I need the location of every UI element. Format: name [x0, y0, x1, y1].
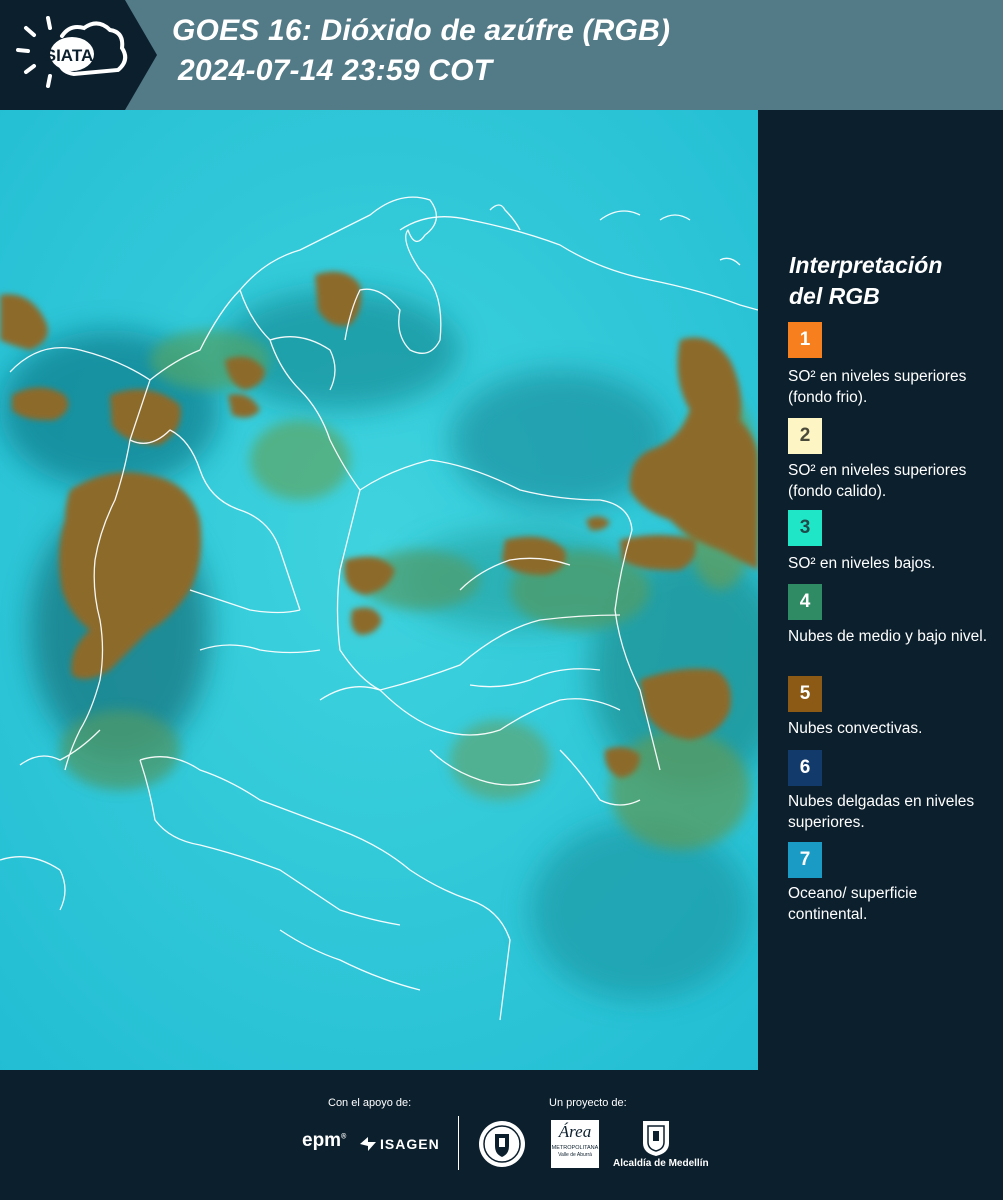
legend-label-4: Nubes de medio y bajo nivel. — [788, 628, 988, 645]
legend-label-7: Oceano/ superficie continental. — [788, 885, 918, 923]
epm-logo: epm® — [302, 1130, 347, 1151]
legend-swatch-6: 6 — [788, 750, 822, 786]
legend-label-5: Nubes convectivas. — [788, 720, 923, 737]
page-title: GOES 16: Dióxido de azúfre (RGB) — [172, 14, 671, 47]
legend-swatch-3: 3 — [788, 510, 822, 546]
legend-label-2: SO² en niveles superiores (fondo calido)… — [788, 462, 967, 500]
isagen-mark-icon — [360, 1137, 376, 1151]
medellin-seal-icon — [479, 1121, 525, 1167]
legend-swatch-7: 7 — [788, 842, 822, 878]
isagen-logo: ISAGEN — [358, 1132, 440, 1156]
isagen-logo-text: ISAGEN — [380, 1136, 440, 1152]
area-logo-sub2: Valle de Aburrá — [558, 1152, 592, 1158]
area-metropolitana-logo: Área METROPOLITANA Valle de Aburrá — [551, 1120, 599, 1168]
legend-swatch-1: 1 — [788, 322, 822, 358]
legend-label-6: Nubes delgadas en niveles superiores. — [788, 793, 975, 831]
siata-logo: SIATA — [14, 14, 134, 94]
legend-swatch-4: 4 — [788, 584, 822, 620]
footer-divider — [458, 1116, 459, 1170]
legend-swatch-5: 5 — [788, 676, 822, 712]
legend-title: Interpretación del RGB — [789, 250, 989, 312]
legend-title-line2: del RGB — [789, 283, 880, 309]
project-label: Un proyecto de: — [549, 1097, 627, 1109]
sun-cloud-icon: SIATA — [16, 16, 128, 88]
legend-label-1: SO² en niveles superiores (fondo frio). — [788, 368, 967, 406]
svg-text:SIATA: SIATA — [45, 46, 93, 65]
support-label: Con el apoyo de: — [328, 1097, 412, 1109]
legend-label-3: SO² en niveles bajos. — [788, 555, 936, 572]
alcaldia-logo-text: Alcaldía de Medellín — [613, 1158, 709, 1169]
area-logo-main: Área — [558, 1122, 592, 1141]
rgb-legend: Interpretación del RGB 1 SO² en niveles … — [760, 110, 1003, 1070]
header: SIATA GOES 16: Dióxido de azúfre (RGB) 2… — [0, 0, 1003, 110]
area-logo-sub: METROPOLITANA — [551, 1145, 599, 1151]
epm-logo-text: epm — [302, 1130, 342, 1151]
satellite-map — [0, 110, 758, 1070]
footer: Con el apoyo de: Un proyecto de: epm® IS… — [0, 1070, 1003, 1200]
legend-title-line1: Interpretación — [789, 252, 943, 278]
timestamp: 2024-07-14 23:59 COT — [178, 54, 493, 87]
legend-swatch-2: 2 — [788, 418, 822, 454]
alcaldia-shield-icon — [643, 1121, 669, 1156]
